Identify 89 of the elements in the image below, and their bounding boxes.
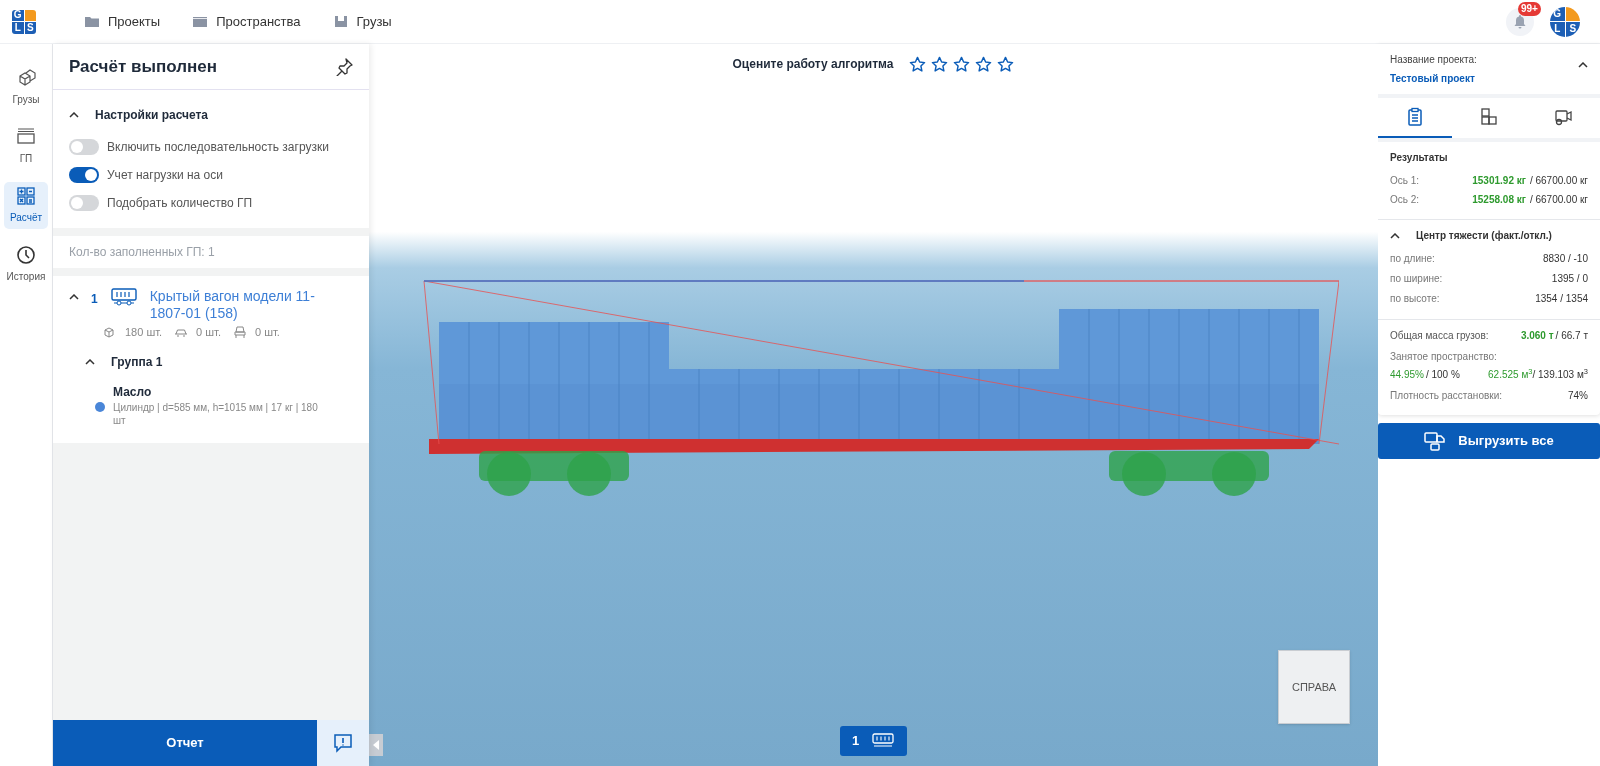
- caret-left-icon: [373, 740, 379, 750]
- count-label: 0 шт.: [196, 325, 221, 340]
- toggle-switch[interactable]: [69, 195, 99, 211]
- vehicle-number: 1: [91, 291, 98, 308]
- star-outline-icon: [997, 55, 1015, 73]
- axle-label: Ось 2:: [1390, 193, 1420, 207]
- nav-link[interactable]: Пространства: [192, 11, 301, 32]
- star-outline-icon: [909, 55, 927, 73]
- axle-label: Ось 1:: [1390, 174, 1420, 188]
- rail-tab[interactable]: История: [4, 241, 48, 288]
- pin-icon: [335, 57, 353, 76]
- railcar-icon: [871, 733, 896, 749]
- chevron-up-icon: [85, 358, 95, 365]
- report-button[interactable]: Отчет: [53, 720, 317, 766]
- results-title: Результаты: [1390, 151, 1449, 165]
- axle-load: 15258.08 кг: [1472, 193, 1526, 207]
- cubes-icon: [103, 325, 117, 340]
- settings-section-toggle[interactable]: Настройки расчета: [69, 106, 353, 124]
- space-label: Занятое пространство:: [1390, 350, 1498, 364]
- clipboard-icon: [1405, 107, 1425, 127]
- axle-limit: / 66700.00 кг: [1529, 174, 1588, 188]
- space-volume: 62.525 м$^{3}$: [1488, 367, 1533, 382]
- star-outline-icon: [975, 55, 993, 73]
- nav-link[interactable]: Проекты: [84, 11, 161, 32]
- bell-icon: [1514, 14, 1526, 29]
- container-icon: [16, 127, 36, 147]
- notification-count: 99+: [1518, 1, 1541, 16]
- railcar-icon: [109, 288, 138, 306]
- feedback-button[interactable]: [317, 720, 369, 766]
- vehicle-name[interactable]: Крытый вагон модели 11-1807-01 (158): [149, 288, 350, 322]
- app-logo: G L S: [12, 9, 36, 34]
- unload-all-button[interactable]: Выгрузить все: [1378, 423, 1600, 459]
- mass-label: Общая масса грузов:: [1390, 329, 1489, 343]
- gravity-label: по длине:: [1390, 252, 1435, 266]
- project-name: Тестовый проект: [1390, 72, 1476, 86]
- star-rating[interactable]: [909, 55, 1015, 73]
- cubes-icon: [16, 68, 36, 88]
- toggle-switch[interactable]: [69, 139, 99, 155]
- gravity-value: 1354 / 1354: [1535, 292, 1588, 306]
- toggle-label: Подобрать количество ГП: [107, 195, 253, 212]
- nav-link[interactable]: Грузы: [332, 11, 392, 32]
- cargo-name: Масло: [113, 383, 153, 401]
- toggle-label: Учет нагрузки на оси: [107, 167, 223, 184]
- rating-label: Оцените работу алгоритма: [732, 56, 894, 73]
- calculator-icon: [16, 186, 36, 206]
- truck-icon: [1424, 431, 1447, 451]
- chevron-up-icon: [1578, 62, 1588, 68]
- gravity-section-toggle[interactable]: Центр тяжести (факт./откл.): [1390, 228, 1552, 243]
- space-percent: 44.95%: [1390, 368, 1424, 382]
- rail-tab[interactable]: Грузы: [4, 64, 48, 111]
- space-percent-limit: / 100 %: [1425, 368, 1460, 382]
- pin-button[interactable]: [335, 57, 353, 76]
- person-seat-icon: [233, 325, 247, 340]
- count-label: 180 шт.: [125, 325, 163, 340]
- rail-tab[interactable]: ГП: [4, 123, 48, 170]
- gravity-label: по высоте:: [1390, 292, 1440, 306]
- collapse-button[interactable]: [1578, 62, 1588, 68]
- density-value: 74%: [1568, 389, 1588, 403]
- chevron-up-icon: [69, 112, 79, 118]
- expand-toggle[interactable]: [69, 294, 79, 300]
- mass-limit: / 66.7 т: [1555, 329, 1588, 343]
- star-outline-icon: [931, 55, 949, 73]
- axle-limit: / 66700.00 кг: [1529, 193, 1588, 207]
- project-label: Название проекта:: [1390, 53, 1477, 67]
- truck-icon: [1553, 107, 1573, 127]
- vehicle-tab[interactable]: 1: [839, 726, 908, 756]
- chevron-up-icon: [1390, 232, 1400, 239]
- gravity-label: по ширине:: [1390, 272, 1443, 286]
- chevron-up-icon: [69, 294, 79, 300]
- mass-value: 3.060 т: [1520, 329, 1554, 343]
- star-outline-icon: [953, 55, 971, 73]
- panel-title: Расчёт выполнен: [69, 55, 217, 78]
- cubes-icon: [1479, 107, 1499, 127]
- space-volume-limit: / 139.103 м$^{3}$: [1532, 367, 1588, 382]
- toggle-label: Включить последовательность загрузки: [107, 139, 329, 156]
- axle-load: 15301.92 кг: [1472, 174, 1526, 188]
- gravity-value: 1395 / 0: [1551, 272, 1588, 286]
- density-label: Плотность расстановки:: [1390, 389, 1502, 403]
- clock-icon: [16, 245, 36, 265]
- gravity-value: 8830 / -10: [1542, 252, 1588, 266]
- count-label: 0 шт.: [255, 325, 280, 340]
- toggle-switch[interactable]: [69, 167, 99, 183]
- cargo-details: Цилиндр | d=585 мм, h=1015 мм | 17 кг | 180 шт: [113, 400, 319, 427]
- rail-tab[interactable]: Расчёт: [4, 182, 48, 229]
- feedback-icon: [333, 733, 353, 753]
- box-icon: [332, 13, 349, 30]
- filled-count: Кол-во заполненных ГП: 1: [69, 244, 215, 261]
- view-cube[interactable]: СПРАВА: [1278, 650, 1350, 724]
- group-toggle[interactable]: Группа 1: [85, 352, 163, 371]
